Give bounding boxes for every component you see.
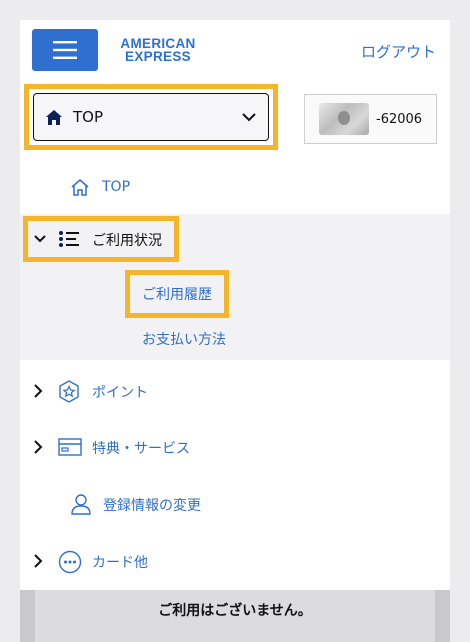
nav-item-card-other[interactable]: カード他: [20, 542, 450, 582]
nav-item-profile-label: 登録情報の変更: [103, 498, 201, 514]
chevron-right-icon: [34, 554, 43, 568]
menu-button[interactable]: [32, 29, 98, 71]
nav-item-top[interactable]: TOP: [20, 170, 450, 204]
chevron-down-icon: [242, 112, 256, 121]
status-bar: ご利用はございません。: [20, 590, 450, 642]
page-select[interactable]: TOP: [33, 93, 269, 141]
nav-item-benefits[interactable]: 特典・サービス: [20, 428, 450, 468]
nav-sub-item-history[interactable]: ご利用履歴: [125, 270, 229, 318]
card-number-suffix: -62006: [376, 111, 423, 127]
chevron-right-icon: [34, 440, 43, 454]
user-icon: [71, 494, 91, 515]
list-icon: [59, 231, 79, 247]
app-panel: AMERICAN EXPRESS ログアウト TOP -62006 TOP ご利…: [20, 20, 450, 642]
nav-item-top-label: TOP: [102, 179, 131, 195]
top-select-highlight: TOP: [24, 84, 278, 150]
logo-line-2: EXPRESS: [125, 49, 191, 64]
nav-item-benefits-label: 特典・サービス: [92, 441, 190, 457]
nav-item-usage-label: ご利用状況: [92, 233, 162, 249]
menu-icon: [53, 41, 77, 59]
card-icon: [58, 438, 82, 456]
chevron-right-icon: [34, 384, 43, 398]
page-select-value: TOP: [73, 108, 104, 126]
logout-link[interactable]: ログアウト: [361, 41, 436, 62]
more-icon: [58, 550, 82, 574]
home-outline-icon: [71, 178, 89, 196]
amex-logo[interactable]: AMERICAN EXPRESS: [110, 37, 206, 64]
nav-item-profile[interactable]: 登録情報の変更: [20, 485, 450, 525]
nav-item-usage[interactable]: ご利用状況: [23, 216, 179, 262]
nav-item-card-other-label: カード他: [92, 555, 148, 571]
chevron-down-icon: [34, 235, 46, 243]
card-selector[interactable]: -62006: [304, 94, 437, 144]
no-usage-message: ご利用はございません。: [35, 590, 435, 642]
home-icon: [46, 109, 62, 125]
star-badge-icon: [59, 380, 79, 403]
nav-item-points[interactable]: ポイント: [20, 372, 450, 412]
nav-sub-item-payment[interactable]: お支払い方法: [142, 329, 226, 349]
nav-item-points-label: ポイント: [92, 385, 148, 401]
card-image: [319, 103, 369, 135]
